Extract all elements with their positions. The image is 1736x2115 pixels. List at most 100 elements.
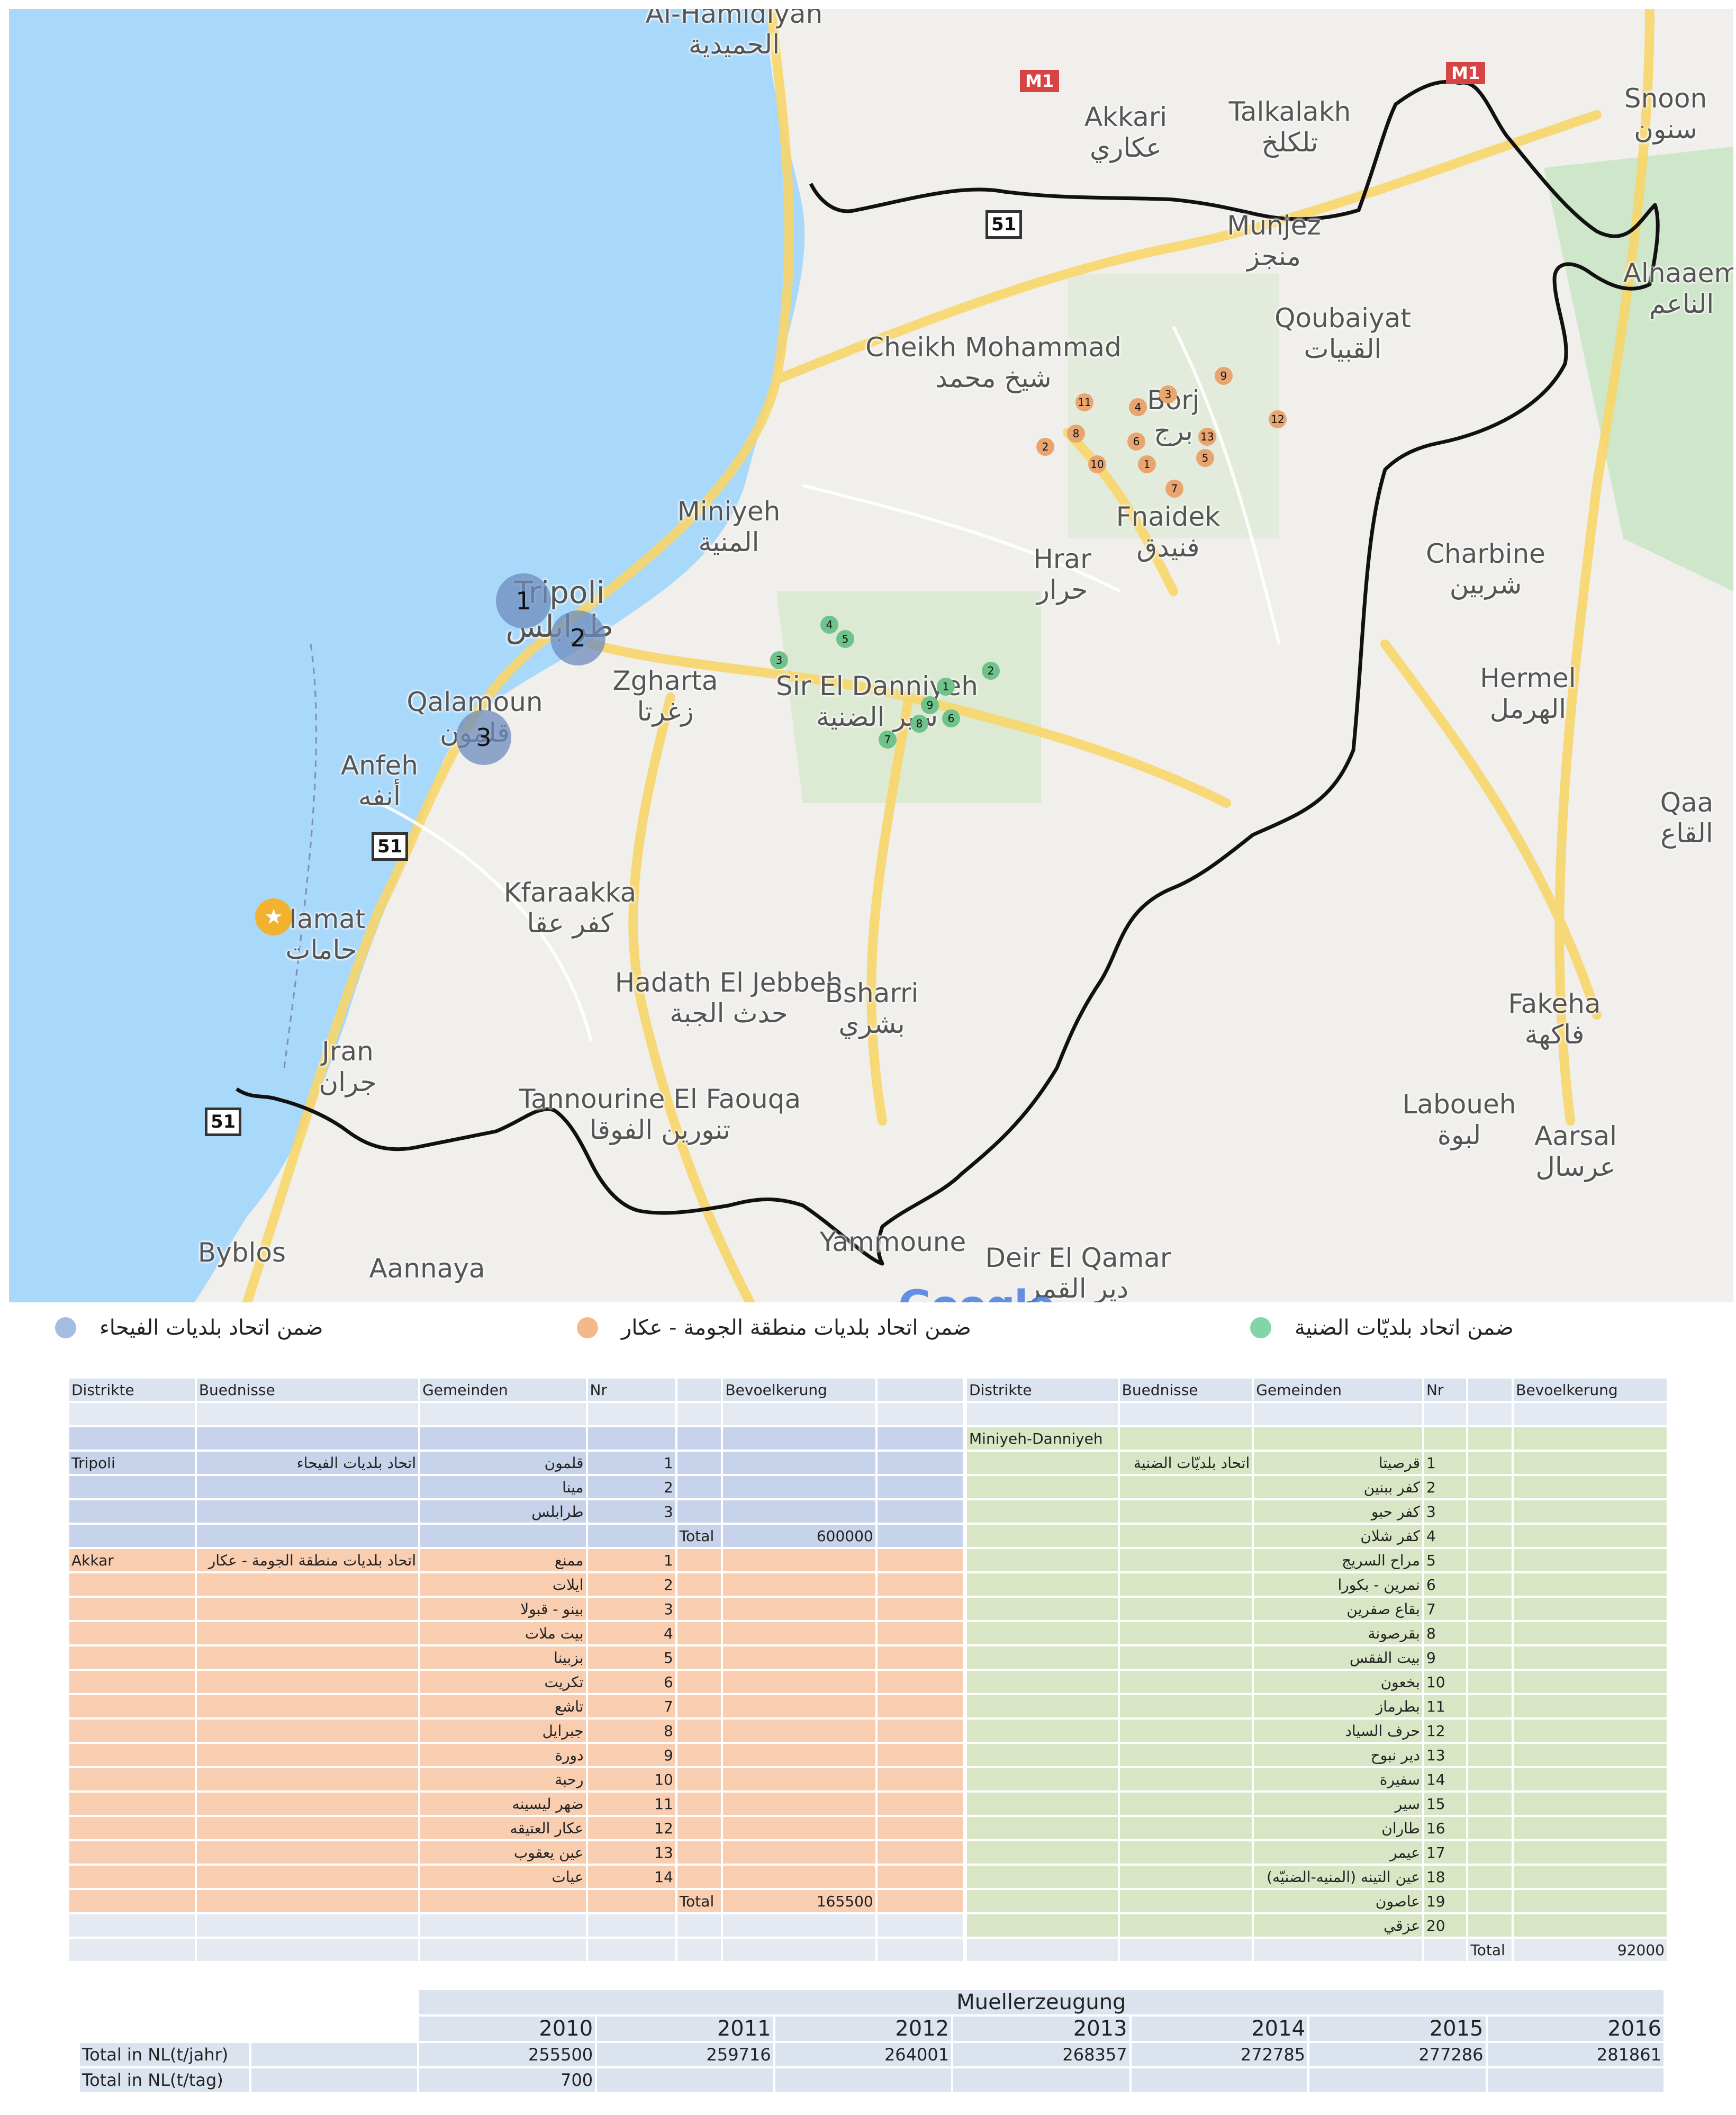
table-row: [69, 1939, 963, 1961]
table-cell: قلمون: [420, 1452, 586, 1474]
table-cell: 19: [1424, 1890, 1467, 1912]
table-cell: [677, 1841, 721, 1864]
table-cell: [1424, 1403, 1467, 1425]
table-cell: [877, 1817, 963, 1839]
marker-orange[interactable]: 3: [1159, 385, 1177, 403]
marker-orange[interactable]: 2: [1036, 438, 1054, 456]
table-cell: [967, 1452, 1118, 1474]
table-cell: 1: [587, 1452, 675, 1474]
marker-green[interactable]: 1: [937, 678, 955, 696]
table-cell: 165500: [723, 1890, 875, 1912]
table-cell: [1309, 2068, 1486, 2092]
table-cell: 268357: [953, 2043, 1129, 2066]
table-cell: [677, 1452, 721, 1474]
marker-orange[interactable]: 6: [1127, 433, 1145, 451]
table-cell: [69, 1720, 195, 1742]
place-label-qaa: Qaa القاع: [1660, 787, 1714, 849]
marker-green[interactable]: 4: [820, 616, 838, 634]
table-cell: [1514, 1403, 1667, 1425]
table-cell: جبرايل: [420, 1720, 586, 1742]
table-row: عيمر 17: [967, 1841, 1667, 1864]
place-pin-icon[interactable]: ★: [255, 898, 292, 935]
table-cell: Total: [677, 1525, 721, 1547]
table-row: تكريت 6: [69, 1671, 963, 1693]
table-cell: 13: [587, 1841, 675, 1864]
table-cell: [677, 1500, 721, 1523]
marker-green[interactable]: 8: [910, 715, 928, 733]
table-cell: [587, 1939, 675, 1961]
table-cell: [723, 1793, 875, 1815]
marker-orange[interactable]: 1: [1138, 455, 1156, 473]
table-cell: [1468, 1744, 1512, 1766]
table-cell: [1254, 1427, 1422, 1450]
marker-orange[interactable]: 10: [1088, 455, 1106, 473]
table-cell: [1119, 1914, 1252, 1937]
table-cell: [1514, 1695, 1667, 1717]
table-row: جبرايل 8: [69, 1720, 963, 1742]
table-cell: [1468, 1720, 1512, 1742]
marker-orange[interactable]: 4: [1129, 398, 1147, 416]
table-cell: [723, 1720, 875, 1742]
marker-blue[interactable]: 1: [496, 573, 551, 628]
table-row: سفيرة 14: [967, 1768, 1667, 1790]
marker-orange[interactable]: 9: [1215, 367, 1233, 385]
marker-blue[interactable]: 2: [550, 610, 605, 665]
table-cell: [1514, 1914, 1667, 1937]
table-cell: [967, 1720, 1118, 1742]
table-cell: [69, 1841, 195, 1864]
marker-orange[interactable]: 11: [1075, 393, 1093, 411]
marker-blue[interactable]: 3: [456, 710, 511, 765]
table-cell: بيت ملات: [420, 1622, 586, 1644]
table-cell: Buednisse: [1119, 1379, 1252, 1401]
table-cell: Nr: [587, 1379, 675, 1401]
marker-orange[interactable]: 7: [1165, 480, 1183, 498]
table-cell: [967, 1890, 1118, 1912]
table-row: Total in NL(t/tag) 700: [80, 2068, 1663, 2092]
table-cell: 272785: [1131, 2043, 1308, 2066]
road-shield-51: 51: [985, 210, 1023, 239]
marker-green[interactable]: 6: [942, 709, 960, 727]
table-cell: Buednisse: [196, 1379, 419, 1401]
table-cell: [1468, 1793, 1512, 1815]
marker-green[interactable]: 7: [879, 731, 897, 749]
table-cell: [877, 1890, 963, 1912]
table-cell: [1468, 1817, 1512, 1839]
table-row: بطرماز 11: [967, 1695, 1667, 1717]
marker-green[interactable]: 5: [836, 630, 854, 648]
table-cell: [677, 1573, 721, 1596]
table-row: 2010 2011 2012 2013 2014 2015 2016: [80, 2017, 1663, 2041]
marker-orange[interactable]: 8: [1067, 425, 1085, 443]
table-cell: [1119, 1817, 1252, 1839]
table-cell: [877, 1939, 963, 1961]
table-cell: [196, 1573, 419, 1596]
table-cell: Tripoli: [69, 1452, 195, 1474]
table-cell: [251, 2068, 417, 2092]
table-cell: [967, 1525, 1118, 1547]
table-cell: [877, 1622, 963, 1644]
table-cell: [967, 1841, 1118, 1864]
marker-green[interactable]: 9: [921, 696, 939, 714]
table-cell: اتحاد بلديات منطقة الجومة - عكار: [196, 1549, 419, 1571]
table-cell: [677, 1403, 721, 1425]
table-cell: بقاع صفرين: [1254, 1598, 1422, 1620]
marker-orange[interactable]: 12: [1269, 410, 1287, 428]
table-cell: [723, 1817, 875, 1839]
table-cell: [677, 1671, 721, 1693]
table-row: ضهر ليسينه 11: [69, 1793, 963, 1815]
table-cell: [723, 1866, 875, 1888]
marker-orange[interactable]: 13: [1198, 428, 1216, 446]
table-cell: 4: [587, 1622, 675, 1644]
table-cell: 9: [587, 1744, 675, 1766]
table-cell: [69, 1622, 195, 1644]
table-cell: [723, 1744, 875, 1766]
table-cell: [587, 1403, 675, 1425]
table-cell: [677, 1939, 721, 1961]
table-row: حرف السياد 12: [967, 1720, 1667, 1742]
marker-orange[interactable]: 5: [1196, 449, 1214, 467]
table-row: تاشع 7: [69, 1695, 963, 1717]
place-label-anfeh: Anfeh أنفه: [341, 750, 418, 812]
map[interactable]: Al-Hamidiyah الحميدية Akkari عكاري Talkala…: [9, 9, 1733, 1302]
marker-green[interactable]: 2: [982, 662, 1000, 680]
table-cell: [723, 1622, 875, 1644]
marker-green[interactable]: 3: [770, 651, 788, 669]
